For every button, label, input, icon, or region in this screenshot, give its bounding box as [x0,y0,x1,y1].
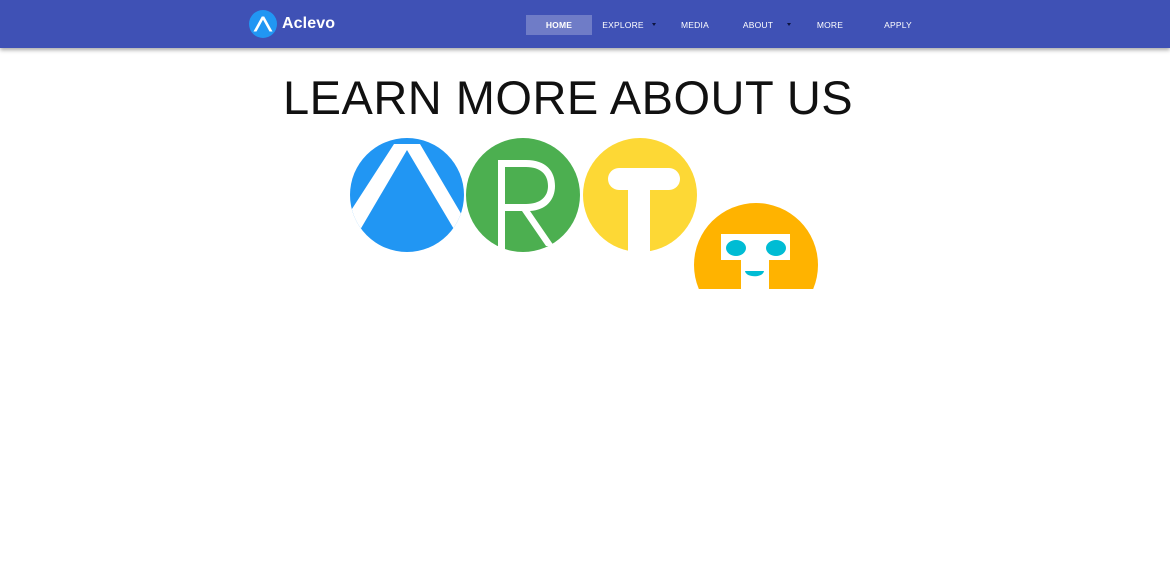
triangle-circle-logo-icon [249,10,277,38]
nav-item-more[interactable]: MORE [808,15,852,35]
brand-home-link[interactable]: Aclevo [249,10,335,38]
explore-dropdown-caret-icon[interactable] [652,23,656,26]
about-dropdown-caret-icon[interactable] [787,23,791,26]
brand-name: Aclevo [282,15,336,32]
nav-item-home[interactable]: HOME [526,15,592,35]
top-navbar: Aclevo HOME EXPLORE MEDIA ABOUT MORE APP… [0,0,1170,48]
nav-item-media[interactable]: MEDIA [672,15,718,35]
letter-t-circle [583,138,697,254]
letter-r-circle [466,138,580,252]
page-headline: LEARN MORE ABOUT US [283,71,854,124]
letter-a-circle [350,138,464,252]
nav-item-explore[interactable]: EXPLORE [596,15,650,35]
nav-item-apply[interactable]: APPLY [874,15,922,35]
robot-face-icon [694,203,818,289]
art-logo-icon [350,138,818,289]
nav-item-about[interactable]: ABOUT [736,15,780,35]
